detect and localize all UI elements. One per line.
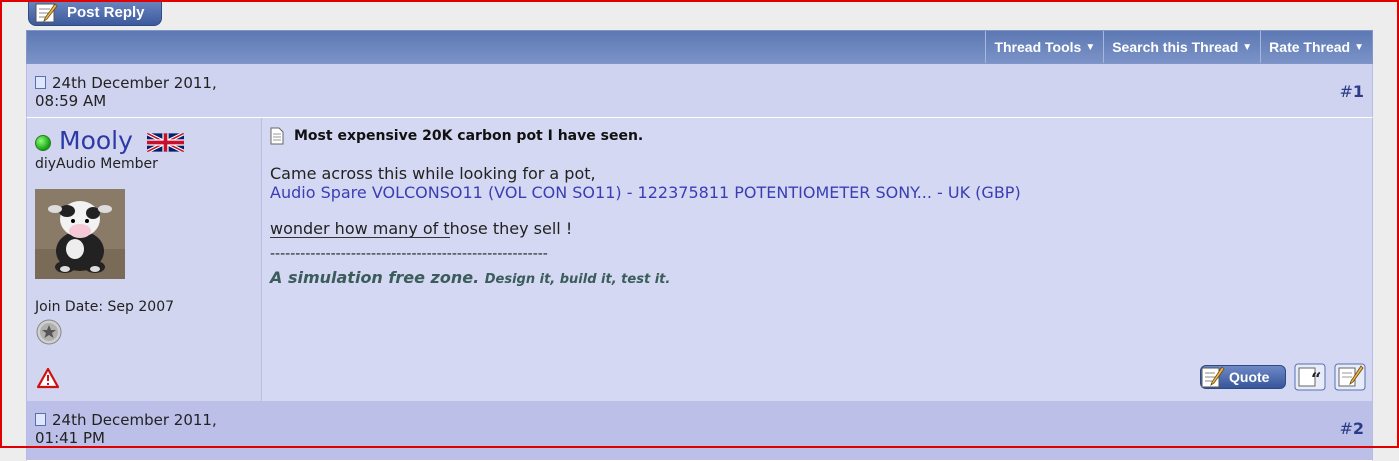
post-actions: Quote “: [1200, 363, 1366, 391]
join-date: Join Date: Sep 2007: [35, 299, 175, 315]
username-row: Mooly: [35, 126, 184, 155]
post-message: Came across this while looking for a pot…: [270, 164, 1021, 238]
signature-main: A simulation free zone.: [270, 268, 480, 287]
online-status-icon: [35, 134, 51, 151]
signature-dashes: ----------------------------------------…: [270, 246, 548, 262]
user-info-panel: Mooly diyAudio Member Join Date: Sep 200…: [27, 118, 262, 401]
post-doc-icon: [35, 413, 46, 426]
post-doc-icon: [35, 76, 46, 89]
post-number[interactable]: #2: [1339, 419, 1364, 438]
post-body: Mooly diyAudio Member Join Date: Sep 200…: [26, 118, 1373, 401]
user-title: diyAudio Member: [35, 156, 158, 172]
username-link[interactable]: Mooly: [59, 126, 133, 155]
thread-container: Thread Tools ▼ Search this Thread ▼ Rate…: [26, 30, 1373, 461]
post-date-line1: 24th December 2011,: [52, 74, 217, 92]
post-date: 24th December 2011, 01:41 PM: [35, 411, 217, 447]
quote-icon: [1201, 366, 1225, 388]
post-header: 24th December 2011, 01:41 PM #2: [26, 401, 1373, 461]
post-number[interactable]: #1: [1339, 82, 1364, 101]
post-content: Most expensive 20K carbon pot I have see…: [262, 118, 1372, 401]
thread-toolbar: Thread Tools ▼ Search this Thread ▼ Rate…: [26, 30, 1373, 64]
search-thread-label: Search this Thread: [1112, 39, 1239, 55]
post-number-value: 2: [1352, 419, 1364, 438]
uk-flag-icon: [146, 132, 184, 152]
multi-quote-icon[interactable]: “: [1294, 363, 1326, 391]
thread-tools-menu[interactable]: Thread Tools ▼: [985, 31, 1103, 63]
quote-button[interactable]: Quote: [1200, 365, 1286, 389]
message-link[interactable]: Audio Spare VOLCONSO11 (VOL CON SO11) - …: [270, 183, 1021, 202]
caret-down-icon: ▼: [1085, 41, 1096, 53]
caret-down-icon: ▼: [1354, 41, 1364, 53]
post-date-line1: 24th December 2011,: [52, 411, 217, 429]
signature-sub: Design it, build it, test it.: [484, 272, 671, 287]
post-number-hash: #: [1339, 419, 1353, 438]
quote-label: Quote: [1229, 369, 1270, 385]
post-date: 24th December 2011, 08:59 AM: [35, 74, 217, 110]
thread-tools-label: Thread Tools: [994, 39, 1082, 55]
avatar[interactable]: [35, 189, 125, 279]
quick-reply-icon[interactable]: [1334, 363, 1366, 391]
post-reply-label: Post Reply: [67, 4, 145, 21]
signature-divider: [270, 237, 450, 238]
rate-thread-menu[interactable]: Rate Thread ▼: [1260, 31, 1372, 63]
svg-text:“: “: [1311, 369, 1321, 390]
post-date-line2: 01:41 PM: [35, 429, 105, 447]
post-date-line2: 08:59 AM: [35, 92, 107, 110]
post-reply-button[interactable]: Post Reply: [28, 0, 162, 26]
post-header: 24th December 2011, 08:59 AM #1: [26, 64, 1373, 118]
post-number-value: 1: [1352, 82, 1364, 101]
caret-down-icon: ▼: [1242, 41, 1253, 53]
report-post-icon[interactable]: [37, 367, 59, 389]
post-title: Most expensive 20K carbon pot I have see…: [270, 127, 643, 145]
post-number-hash: #: [1339, 82, 1353, 101]
rate-thread-label: Rate Thread: [1269, 39, 1351, 55]
message-line: Came across this while looking for a pot…: [270, 164, 596, 183]
post-title-text: Most expensive 20K carbon pot I have see…: [294, 128, 644, 144]
post-reply-icon: [35, 2, 58, 22]
search-thread-menu[interactable]: Search this Thread ▼: [1103, 31, 1260, 63]
reputation-star-icon[interactable]: [36, 319, 62, 345]
signature: A simulation free zone. Design it, build…: [270, 268, 670, 287]
post-doc-icon: [270, 127, 284, 145]
message-line: wonder how many of those they sell !: [270, 219, 573, 238]
